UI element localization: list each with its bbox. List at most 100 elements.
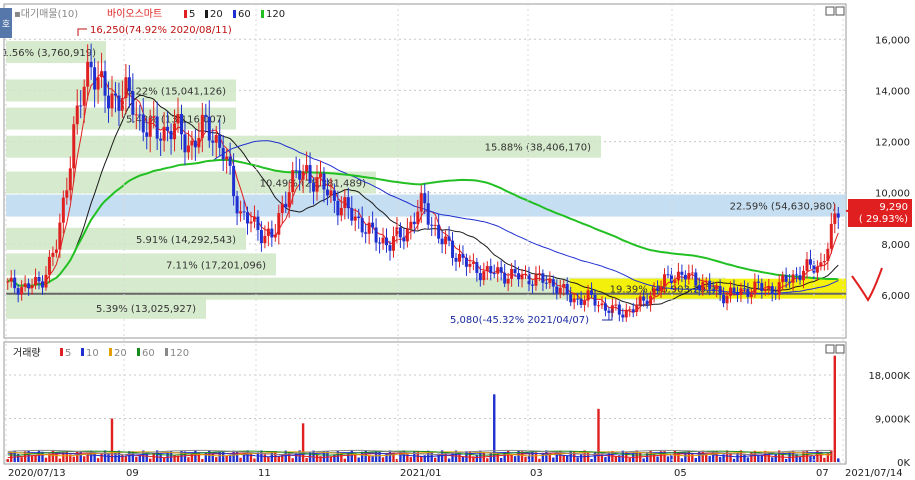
volume-bar — [566, 455, 569, 462]
candle-body — [409, 221, 413, 229]
candle-body — [256, 216, 260, 230]
candle-body — [572, 298, 576, 303]
volume-panel-close-button[interactable] — [835, 344, 845, 354]
volume-bar — [110, 418, 114, 462]
volume-bar — [638, 453, 642, 462]
candle-body — [447, 236, 451, 241]
legend-ma-label: 5 — [189, 9, 195, 20]
candle-body — [666, 274, 670, 276]
candle-body — [482, 271, 486, 281]
volume-legend-swatch — [81, 348, 84, 356]
candle-body — [367, 222, 371, 234]
candle-body — [475, 262, 479, 273]
legend-prefix: ▪대기매물(10) — [14, 8, 78, 20]
candle-body — [312, 182, 316, 192]
price-panel-minimize-button[interactable] — [825, 6, 835, 16]
candle-body — [113, 93, 117, 96]
candle-body — [412, 221, 416, 225]
candle-body — [506, 278, 510, 284]
candle-body — [6, 281, 10, 283]
candle-body — [510, 269, 514, 279]
candle-body — [51, 252, 55, 257]
volume-bar — [750, 451, 753, 462]
candle-body — [777, 282, 781, 295]
candle-body — [603, 303, 607, 311]
candle-body — [729, 287, 733, 296]
volume-bar — [691, 453, 694, 462]
volume-bar — [225, 455, 228, 462]
candle-body — [263, 235, 267, 244]
candle-body — [270, 228, 274, 238]
legend-ma-swatch — [261, 10, 264, 18]
volume-bar — [201, 459, 204, 462]
volume-bar — [249, 452, 253, 462]
candle-body — [374, 227, 378, 243]
candle-body — [520, 274, 524, 280]
volume-bar — [149, 458, 152, 462]
candle-body — [86, 61, 90, 87]
candle-body — [9, 277, 13, 282]
current-price-change: ( 29.93%) — [859, 214, 908, 225]
candle-body — [683, 274, 687, 280]
volume-bar — [705, 455, 708, 462]
candle-body — [586, 290, 590, 301]
volume-bar — [645, 452, 649, 462]
candle-body — [353, 216, 357, 221]
candle-body — [89, 61, 93, 68]
candle-body — [663, 274, 667, 287]
candle-body — [360, 218, 364, 233]
volume-bar — [6, 459, 9, 462]
candle-body — [242, 211, 246, 213]
volume-bar — [486, 458, 489, 462]
candle-body — [579, 298, 583, 305]
volume-bar — [162, 457, 166, 462]
candle-body — [47, 256, 51, 275]
volume-bar — [493, 394, 496, 462]
candle-body — [159, 138, 163, 141]
candle-body — [833, 213, 837, 224]
candle-body — [225, 156, 229, 160]
volume-legend-label: 5 — [65, 348, 71, 359]
volume-bar — [315, 454, 319, 462]
legend-ma-label: 60 — [238, 9, 251, 20]
candle-body — [280, 203, 284, 214]
candle-body — [266, 228, 270, 236]
volume-bar — [774, 453, 777, 462]
price-tick-label: 12,000 — [875, 138, 910, 149]
candle-body — [621, 314, 625, 318]
candle-body — [600, 303, 604, 306]
candle-body — [13, 277, 17, 289]
candle-body — [190, 140, 194, 146]
volume-bar — [124, 456, 128, 462]
candle-body — [767, 286, 771, 290]
candle-body — [214, 135, 218, 143]
legend-stock-name: 바이오스마트 — [107, 8, 162, 20]
candle-body — [749, 293, 753, 297]
candle-body — [416, 211, 420, 225]
candle-body — [791, 274, 795, 283]
candle-body — [437, 224, 441, 239]
volume-bar — [784, 458, 788, 462]
volume-bar — [20, 457, 23, 462]
volume-bar — [82, 456, 86, 462]
candle-body — [503, 272, 507, 284]
price-panel-close-button[interactable] — [835, 6, 845, 16]
volume-bar — [371, 455, 374, 462]
check-mark — [851, 267, 883, 302]
candle-body — [315, 177, 319, 192]
candle-body — [79, 105, 83, 107]
candle-body — [576, 298, 580, 300]
volume-bar — [798, 456, 802, 462]
candle-body — [701, 281, 705, 291]
volume-bar — [743, 453, 746, 462]
candle-body — [687, 273, 691, 280]
candle-body — [246, 212, 250, 224]
volume-bar — [513, 456, 517, 462]
candle-body — [732, 287, 736, 292]
volume-bar — [343, 458, 347, 462]
candle-body — [774, 293, 778, 295]
volume-bar — [475, 454, 479, 462]
volume-bar — [135, 456, 138, 462]
time-tick-label: 2020/07/13 — [8, 468, 66, 479]
volume-panel-minimize-button[interactable] — [825, 344, 835, 354]
